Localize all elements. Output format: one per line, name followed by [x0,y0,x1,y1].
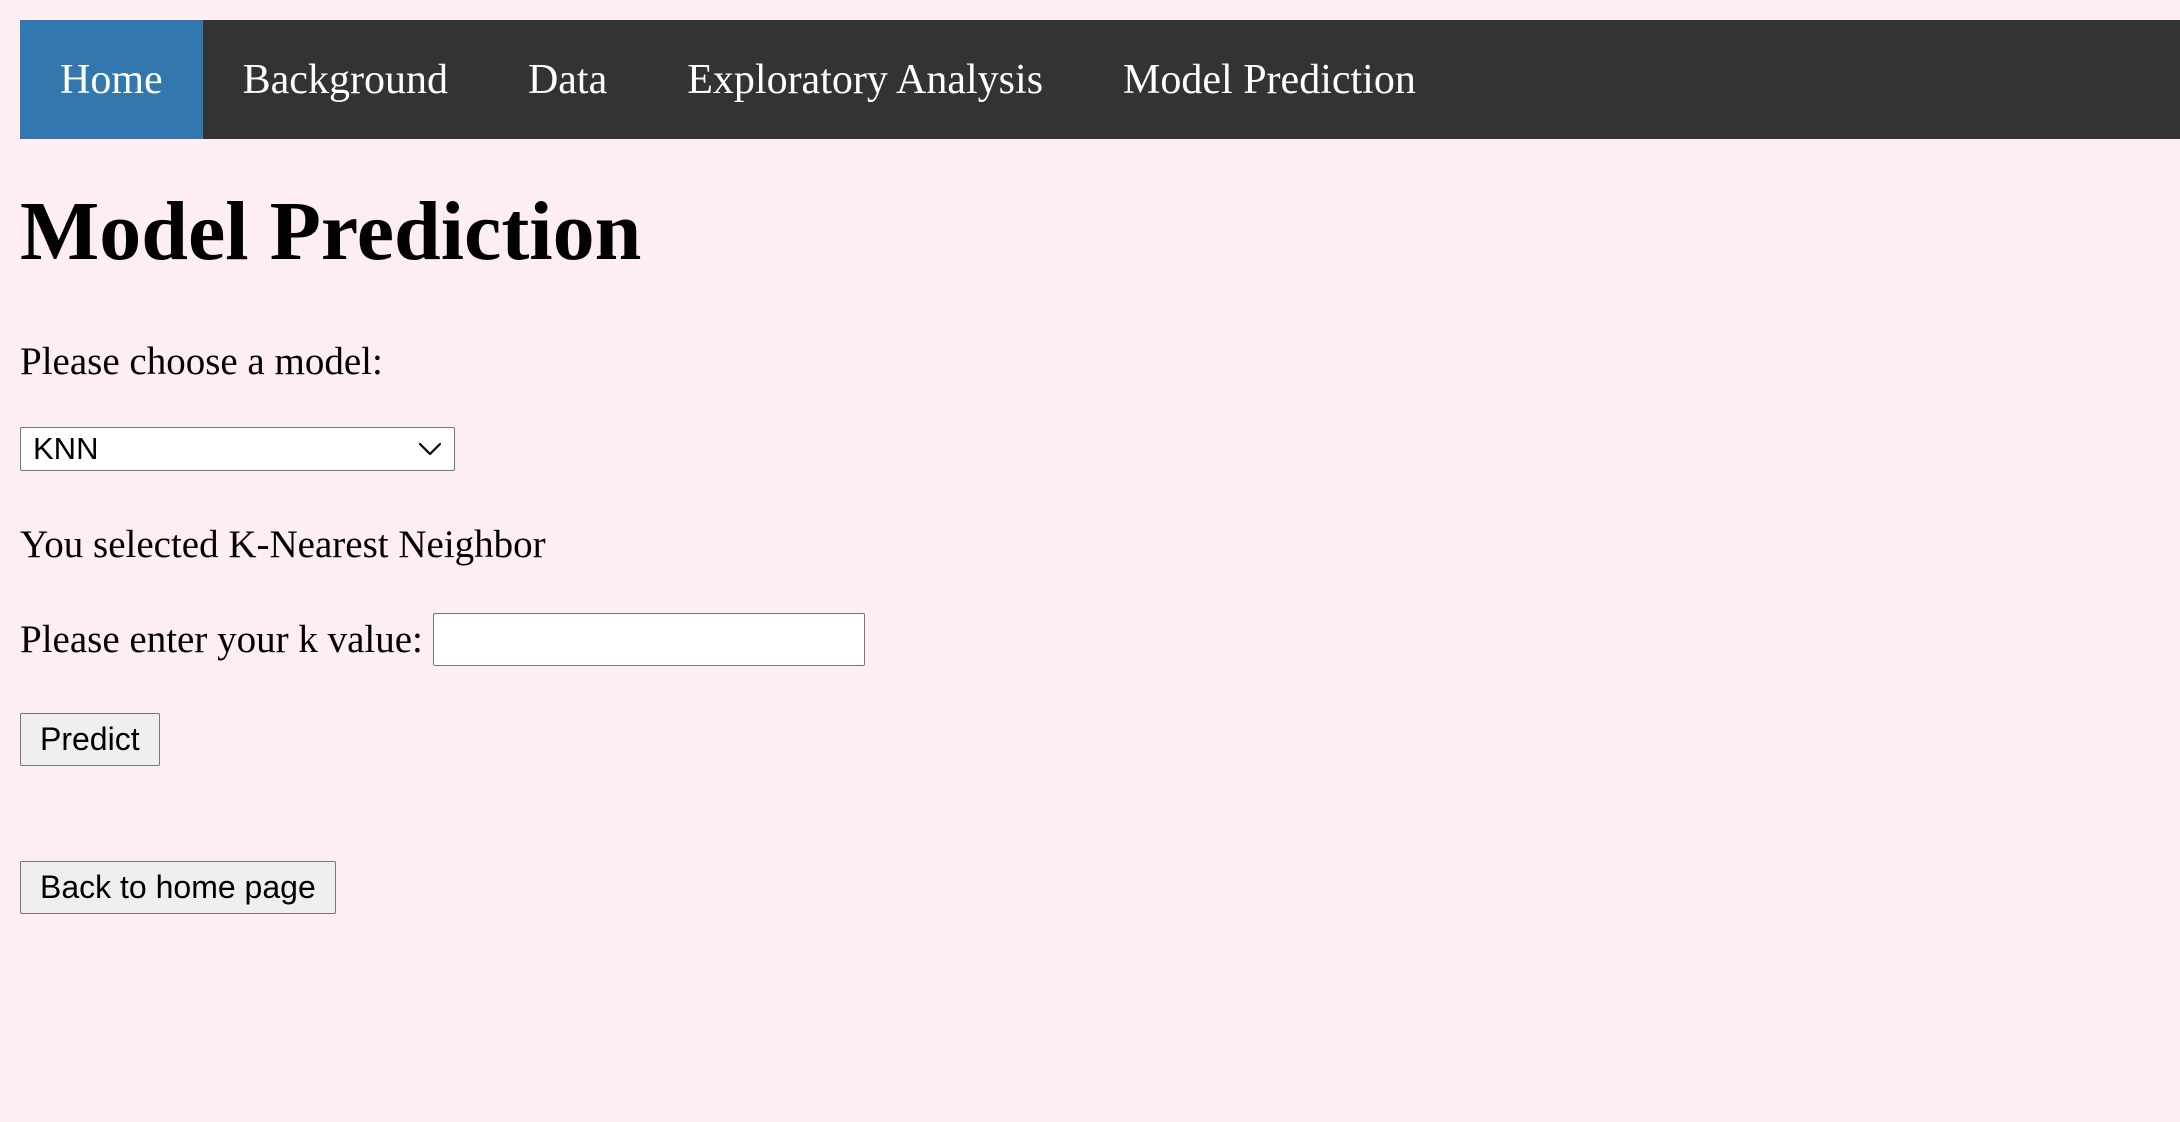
model-selection-text: You selected K-Nearest Neighbor [20,523,546,566]
top-navbar: Home Background Data Exploratory Analysi… [20,20,2180,139]
predict-button[interactable]: Predict [20,713,160,766]
model-select[interactable]: KNN [20,427,455,471]
model-select-value: KNN [33,431,99,466]
nav-item-background[interactable]: Background [203,20,488,139]
k-value-row: Please enter your k value: [20,613,865,666]
nav-item-home[interactable]: Home [20,20,203,139]
nav-item-model-prediction[interactable]: Model Prediction [1083,20,1456,139]
page-title: Model Prediction [20,185,642,278]
k-value-label: Please enter your k value: [20,618,423,661]
k-value-input[interactable] [432,613,865,666]
nav-item-exploratory-analysis[interactable]: Exploratory Analysis [647,20,1083,139]
back-to-home-button[interactable]: Back to home page [20,861,336,914]
choose-model-label: Please choose a model: [20,340,383,383]
chevron-down-icon [418,442,442,456]
nav-item-data[interactable]: Data [488,20,647,139]
